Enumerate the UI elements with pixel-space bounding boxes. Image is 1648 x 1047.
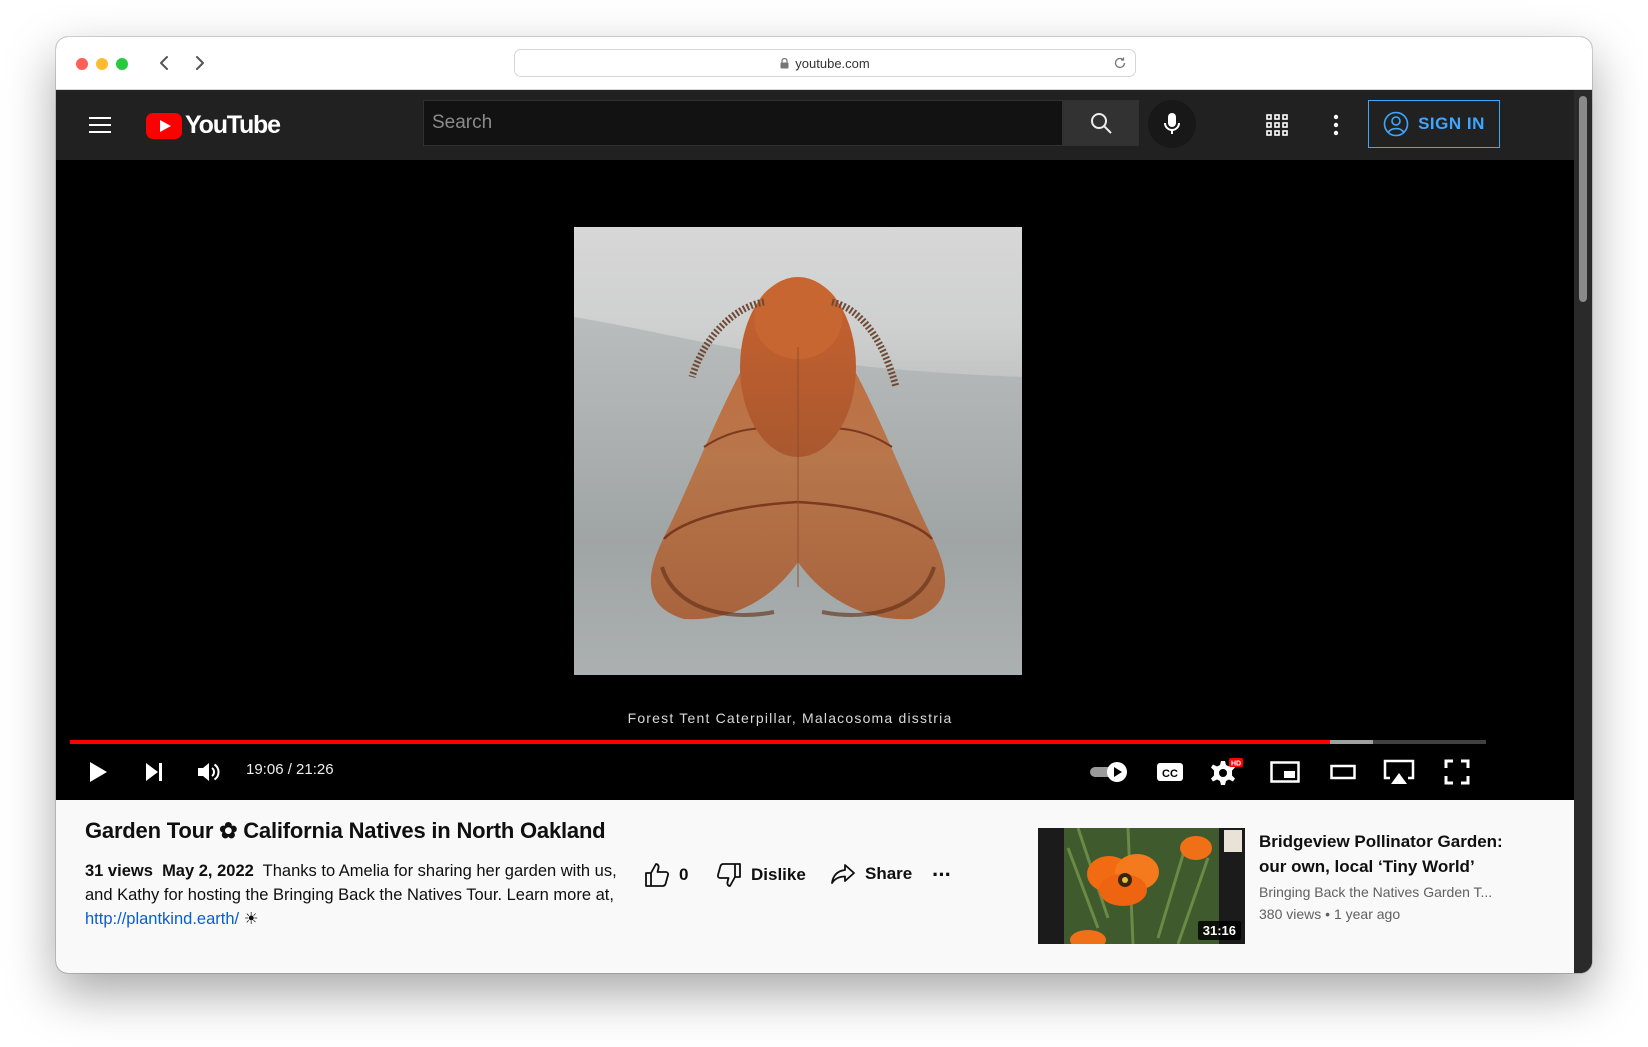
voice-search-button[interactable] — [1148, 100, 1196, 148]
search-box[interactable] — [423, 100, 1063, 146]
airplay-button[interactable] — [1380, 755, 1418, 789]
airplay-icon — [1383, 759, 1415, 784]
dislike-label: Dislike — [751, 865, 806, 884]
more-options-icon[interactable] — [1324, 112, 1348, 138]
browser-window: youtube.com YouTube SIGN — [56, 37, 1592, 973]
apps-grid-icon[interactable] — [1264, 112, 1290, 138]
close-window-button[interactable] — [76, 58, 88, 70]
account-icon — [1383, 111, 1409, 137]
like-button[interactable]: 0 — [644, 862, 688, 888]
miniplayer-icon — [1270, 761, 1300, 783]
chevron-left-icon — [160, 56, 168, 70]
reload-icon[interactable] — [1113, 56, 1127, 70]
minimize-window-button[interactable] — [96, 58, 108, 70]
hamburger-menu-icon[interactable] — [88, 113, 112, 137]
sign-in-button[interactable]: SIGN IN — [1368, 100, 1500, 148]
recommended-video-channel[interactable]: Bringing Back the Natives Garden T... — [1259, 884, 1529, 900]
video-frame-moth-image — [574, 227, 1022, 675]
hd-badge: HD — [1231, 761, 1241, 768]
publish-date: May 2, 2022 — [162, 862, 254, 880]
description-link[interactable]: http://plantkind.earth/ — [85, 910, 239, 928]
video-player[interactable]: Forest Tent Caterpillar, Malacosoma diss… — [56, 160, 1574, 800]
meta-separator: • — [1325, 906, 1331, 922]
more-actions-dots: ··· — [932, 862, 952, 887]
time-display: 19:06 / 21:26 — [246, 761, 334, 778]
skip-next-icon — [146, 763, 162, 781]
search-icon — [1091, 113, 1112, 134]
recommended-video-views: 380 views — [1259, 906, 1322, 922]
youtube-wordmark: YouTube — [185, 111, 281, 139]
mute-button[interactable] — [194, 755, 224, 789]
share-button[interactable]: Share — [830, 862, 912, 886]
video-title: Garden Tour ✿ California Natives in Nort… — [85, 818, 606, 843]
progress-played — [70, 740, 1331, 744]
theater-mode-icon — [1330, 764, 1356, 780]
search-input[interactable] — [432, 112, 1054, 134]
search-button[interactable] — [1063, 100, 1139, 146]
back-button[interactable] — [150, 49, 178, 77]
more-actions-button[interactable]: ··· — [932, 862, 952, 888]
autoplay-toggle[interactable] — [1088, 755, 1130, 789]
recommended-video-thumbnail[interactable]: 31:16 — [1038, 828, 1245, 944]
lock-icon — [780, 57, 789, 68]
share-icon — [831, 864, 855, 884]
thumbs-down-icon — [716, 863, 741, 887]
browser-titlebar: youtube.com — [56, 37, 1592, 90]
recommended-video[interactable]: 31:16 Bridgeview Pollinator Garden: our … — [1038, 828, 1574, 973]
page-scrollbar[interactable] — [1574, 90, 1592, 973]
fullscreen-button[interactable] — [1440, 755, 1474, 789]
moth-illustration — [574, 277, 1022, 675]
closed-captions-icon: CC — [1157, 763, 1183, 781]
like-count: 0 — [679, 865, 689, 884]
forward-button[interactable] — [186, 49, 214, 77]
miniplayer-button[interactable] — [1268, 755, 1302, 789]
dislike-button[interactable]: Dislike — [716, 862, 806, 888]
url-text: youtube.com — [795, 55, 870, 71]
youtube-play-logo-icon — [146, 112, 182, 139]
thumbs-up-icon — [645, 863, 670, 887]
youtube-logo[interactable]: YouTube — [146, 111, 281, 140]
sun-symbol: ☀ — [243, 910, 259, 928]
recommended-video-age: 1 year ago — [1333, 906, 1401, 922]
settings-button[interactable]: HD — [1210, 755, 1244, 789]
fullscreen-icon — [1444, 759, 1470, 785]
volume-icon — [198, 763, 220, 781]
scrollbar-thumb[interactable] — [1579, 96, 1587, 302]
progress-bar[interactable] — [70, 740, 1486, 744]
youtube-masthead: YouTube SIGN IN — [56, 90, 1574, 160]
play-button[interactable] — [84, 755, 112, 789]
watch-page-content: Garden Tour ✿ California Natives in Nort… — [56, 800, 1574, 973]
sign-in-label: SIGN IN — [1418, 114, 1485, 133]
gear-icon: HD — [1211, 758, 1243, 785]
view-count: 31 views — [85, 862, 153, 880]
play-icon — [90, 762, 107, 782]
subtitles-button[interactable]: CC — [1154, 755, 1186, 789]
theater-mode-button[interactable] — [1326, 755, 1360, 789]
video-description[interactable]: 31 views May 2, 2022 Thanks to Amelia fo… — [85, 859, 633, 931]
share-label: Share — [865, 864, 913, 883]
video-duration-badge: 31:16 — [1197, 921, 1241, 940]
cc-label: CC — [1162, 768, 1178, 780]
autoplay-toggle-icon — [1090, 762, 1127, 782]
recommended-video-title[interactable]: Bridgeview Pollinator Garden: our own, l… — [1259, 829, 1529, 879]
recommended-video-meta: 380 views • 1 year ago — [1259, 906, 1400, 922]
address-bar[interactable]: youtube.com — [514, 49, 1136, 77]
next-video-button[interactable] — [140, 755, 168, 789]
zoom-window-button[interactable] — [116, 58, 128, 70]
microphone-icon — [1164, 113, 1180, 134]
chevron-right-icon — [196, 56, 204, 70]
video-caption: Forest Tent Caterpillar, Malacosoma diss… — [627, 710, 953, 726]
